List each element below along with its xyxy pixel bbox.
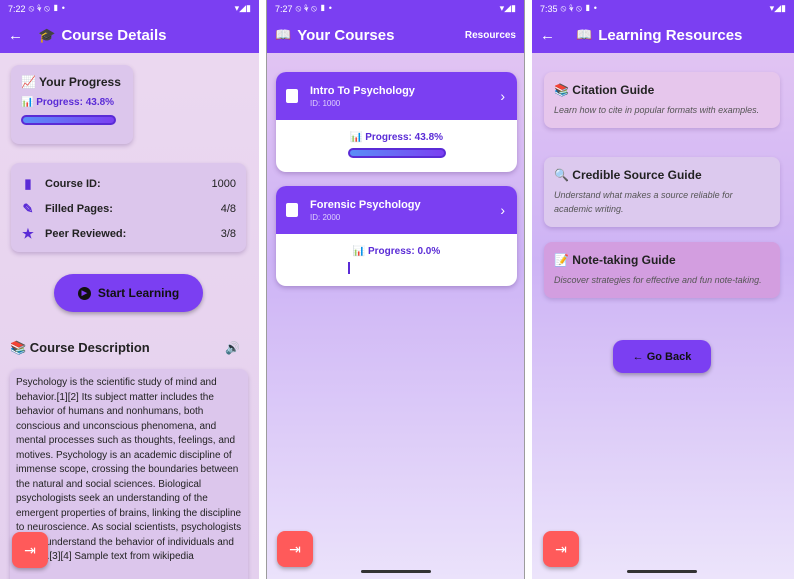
app-bar: ← 📖 Learning Resources <box>532 17 794 53</box>
stat-row-peer-reviewed: ★ Peer Reviewed: 3/8 <box>21 221 236 246</box>
signal-battery-icon: ▾◢▮ <box>769 3 786 13</box>
logout-icon: ⇥ <box>24 541 36 558</box>
stat-label: Filled Pages: <box>45 202 113 215</box>
app-bar: ← 🎓 Course Details <box>0 17 259 53</box>
course-progress: 📊 Progress: 0.0% <box>276 234 517 286</box>
description-text: Psychology is the scientific study of mi… <box>16 377 242 562</box>
page-edit-icon: ✎ <box>22 200 34 216</box>
back-arrow-icon[interactable]: ← <box>8 27 28 44</box>
go-back-button[interactable]: ← Go Back <box>613 340 711 373</box>
status-bar: 7:22 ⦸ ⚘ ⦸ ▮ • ▾◢▮ <box>0 0 259 17</box>
course-progress-bar <box>347 262 446 274</box>
star-icon: ★ <box>22 225 34 241</box>
stat-value: 3/8 <box>220 227 236 240</box>
course-progress-label: 📊 Progress: 0.0% <box>352 246 441 257</box>
status-icons: ⦸ ⚘ ⦸ ▮ • <box>560 3 597 13</box>
course-header: Forensic Psychology ID: 2000 › <box>276 186 517 234</box>
guide-title: 🔍 Credible Source Guide <box>554 168 702 182</box>
play-icon: ▶ <box>77 286 91 300</box>
status-bar: 7:35 ⦸ ⚘ ⦸ ▮ • ▾◢▮ <box>532 0 794 17</box>
book-icon <box>286 89 298 103</box>
course-card-forensic[interactable]: Forensic Psychology ID: 2000 › 📊 Progres… <box>276 186 517 286</box>
course-card-intro[interactable]: Intro To Psychology ID: 1000 › 📊 Progres… <box>276 72 517 172</box>
page-title: Learning Resources <box>598 26 743 44</box>
course-id: ID: 2000 <box>310 212 341 222</box>
logout-button[interactable]: ⇥ <box>543 531 579 567</box>
chevron-right-icon: › <box>500 202 505 218</box>
course-name: Forensic Psychology <box>310 198 421 211</box>
logout-button[interactable]: ⇥ <box>12 532 48 568</box>
logout-icon: ⇥ <box>289 540 301 557</box>
page-title: Course Details <box>61 26 167 44</box>
course-progress: 📊 Progress: 43.8% <box>276 120 517 172</box>
course-details-screen: 7:22 ⦸ ⚘ ⦸ ▮ • ▾◢▮ ← 🎓 Course Details 📈 Y… <box>0 0 259 579</box>
back-arrow-icon[interactable]: ← <box>540 27 560 44</box>
signal-battery-icon: ▾◢▮ <box>234 3 251 13</box>
status-time: 7:35 <box>540 3 558 14</box>
home-indicator <box>361 570 431 573</box>
progress-heading: 📈 Your Progress <box>21 75 121 89</box>
stat-row-filled-pages: ✎ Filled Pages: 4/8 <box>21 196 236 221</box>
chevron-right-icon: › <box>500 88 505 104</box>
signal-battery-icon: ▾◢▮ <box>499 3 516 13</box>
bookmark-icon: ▮ <box>24 175 32 191</box>
stat-value: 4/8 <box>220 202 236 215</box>
guide-title: 📚 Citation Guide <box>554 83 655 97</box>
guide-title: 📝 Note-taking Guide <box>554 253 676 267</box>
progress-bar <box>21 115 116 125</box>
status-time: 7:27 <box>275 3 293 14</box>
status-icons: ⦸ ⚘ ⦸ ▮ • <box>295 3 332 13</box>
graduation-cap-icon: 🎓 <box>38 26 56 43</box>
credible-source-guide-card[interactable]: 🔍 Credible Source Guide Understand what … <box>544 157 780 227</box>
app-bar: 📖 Your Courses Resources <box>267 17 524 53</box>
course-header: Intro To Psychology ID: 1000 › <box>276 72 517 120</box>
logout-button[interactable]: ⇥ <box>277 531 313 567</box>
start-learning-button[interactable]: ▶ Start Learning <box>54 274 203 312</box>
progress-label: 📊 Progress: 43.8% <box>21 97 115 108</box>
book-open-icon: 📖 <box>576 27 593 42</box>
status-time: 7:22 <box>8 3 26 14</box>
speaker-icon[interactable]: 🔊 <box>225 341 240 355</box>
guide-description: Understand what makes a source reliable … <box>554 190 733 214</box>
resources-link[interactable]: Resources <box>465 30 516 41</box>
course-progress-bar <box>347 148 446 158</box>
status-bar: 7:27 ⦸ ⚘ ⦸ ▮ • ▾◢▮ <box>267 0 524 17</box>
stats-card: ▮ Course ID: 1000 ✎ Filled Pages: 4/8 ★ Pee… <box>11 163 246 252</box>
status-icons: ⦸ ⚘ ⦸ ▮ • <box>28 3 65 13</box>
course-name: Intro To Psychology <box>310 84 415 97</box>
course-id: ID: 1000 <box>310 98 341 108</box>
guide-description: Discover strategies for effective and fu… <box>554 275 762 285</box>
description-heading: 📚 Course Description <box>10 340 150 355</box>
stat-row-course-id: ▮ Course ID: 1000 <box>21 171 236 196</box>
logout-icon: ⇥ <box>555 540 567 557</box>
stat-value: 1000 <box>211 177 236 190</box>
book-open-icon: 📖 <box>275 27 292 42</box>
guide-description: Learn how to cite in popular formats wit… <box>554 105 760 115</box>
your-courses-screen: 7:27 ⦸ ⚘ ⦸ ▮ • ▾◢▮ 📖 Your Courses Resourc… <box>266 0 525 579</box>
course-progress-label: 📊 Progress: 43.8% <box>349 132 444 143</box>
citation-guide-card[interactable]: 📚 Citation Guide Learn how to cite in po… <box>544 72 780 128</box>
progress-card: 📈 Your Progress 📊 Progress: 43.8% <box>11 65 133 144</box>
page-title: Your Courses <box>297 26 395 44</box>
book-icon <box>286 203 298 217</box>
stat-label: Course ID: <box>45 177 101 190</box>
start-learning-label: Start Learning <box>97 286 180 300</box>
learning-resources-screen: 7:35 ⦸ ⚘ ⦸ ▮ • ▾◢▮ ← 📖 Learning Resources… <box>532 0 794 579</box>
note-taking-guide-card[interactable]: 📝 Note-taking Guide Discover strategies … <box>544 242 780 298</box>
stat-label: Peer Reviewed: <box>45 227 127 240</box>
home-indicator <box>627 570 697 573</box>
